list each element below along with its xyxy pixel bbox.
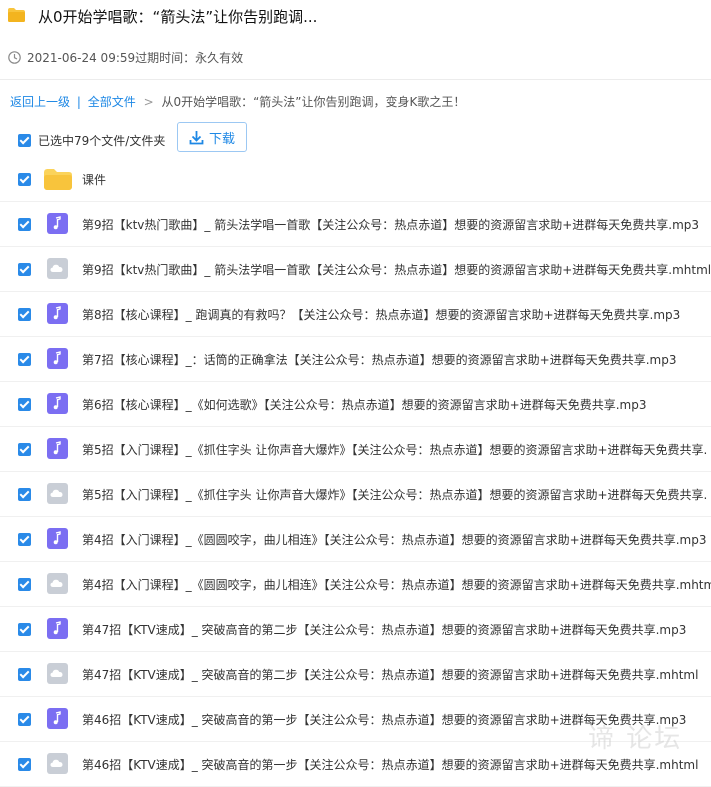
- cloud-file-icon: [47, 483, 68, 504]
- file-name[interactable]: 第47招【KTV速成】_ 突破高音的第二步【关注公众号：热点赤道】想要的资源留言…: [82, 621, 686, 638]
- cloud-file-icon: [47, 663, 68, 684]
- file-name[interactable]: 第6招【核心课程】_《如何选歌》【关注公众号：热点赤道】想要的资源留言求助+进群…: [82, 396, 646, 413]
- file-checkbox[interactable]: [18, 488, 31, 501]
- folder-icon: [8, 8, 25, 22]
- music-file-icon: [47, 393, 68, 414]
- share-meta: 2021-06-24 09:59过期时间：永久有效: [8, 48, 243, 66]
- clock-icon: [8, 50, 21, 64]
- file-row[interactable]: 第6招【核心课程】_《如何选歌》【关注公众号：热点赤道】想要的资源留言求助+进群…: [0, 382, 711, 427]
- file-name[interactable]: 第9招【ktv热门歌曲】_ 箭头法学唱一首歌【关注公众号：热点赤道】想要的资源留…: [82, 261, 711, 278]
- file-row[interactable]: 课件: [0, 157, 711, 202]
- folder-icon: [44, 169, 72, 190]
- file-name[interactable]: 课件: [82, 171, 106, 188]
- music-file-icon: [47, 708, 68, 729]
- file-checkbox[interactable]: [18, 578, 31, 591]
- file-checkbox[interactable]: [18, 668, 31, 681]
- file-name[interactable]: 第4招【入门课程】_《圆圆咬字，曲儿相连》【关注公众号：热点赤道】想要的资源留言…: [82, 531, 706, 548]
- file-name[interactable]: 第46招【KTV速成】_ 突破高音的第一步【关注公众号：热点赤道】想要的资源留言…: [82, 756, 698, 773]
- file-checkbox[interactable]: [18, 623, 31, 636]
- file-row[interactable]: 第5招【入门课程】_《抓住字头 让你声音大爆炸》【关注公众号：热点赤道】想要的资…: [0, 472, 711, 517]
- download-button[interactable]: 下载: [177, 122, 247, 152]
- file-row[interactable]: 第5招【入门课程】_《抓住字头 让你声音大爆炸》【关注公众号：热点赤道】想要的资…: [0, 427, 711, 472]
- file-name[interactable]: 第8招【核心课程】_ 跑调真的有救吗？【关注公众号：热点赤道】想要的资源留言求助…: [82, 306, 680, 323]
- music-file-icon: [47, 303, 68, 324]
- file-row[interactable]: 第9招【ktv热门歌曲】_ 箭头法学唱一首歌【关注公众号：热点赤道】想要的资源留…: [0, 247, 711, 292]
- file-row[interactable]: 第7招【核心课程】_：话筒的正确拿法【关注公众号：热点赤道】想要的资源留言求助+…: [0, 337, 711, 382]
- file-checkbox[interactable]: [18, 308, 31, 321]
- file-checkbox[interactable]: [18, 533, 31, 546]
- file-checkbox[interactable]: [18, 353, 31, 366]
- music-file-icon: [47, 438, 68, 459]
- title-bar: 从0开始学唱歌：“箭头法”让你告别跑调...: [0, 0, 711, 34]
- watermark: 谛 论坛: [588, 724, 683, 754]
- cloud-file-icon: [47, 573, 68, 594]
- file-checkbox[interactable]: [18, 173, 31, 186]
- file-row[interactable]: 第47招【KTV速成】_ 突破高音的第二步【关注公众号：热点赤道】想要的资源留言…: [0, 607, 711, 652]
- file-name[interactable]: 第4招【入门课程】_《圆圆咬字，曲儿相连》【关注公众号：热点赤道】想要的资源留言…: [82, 576, 711, 593]
- page-title: 从0开始学唱歌：“箭头法”让你告别跑调...: [38, 8, 318, 26]
- download-label: 下载: [208, 131, 235, 147]
- file-row[interactable]: 第4招【入门课程】_《圆圆咬字，曲儿相连》【关注公众号：热点赤道】想要的资源留言…: [0, 517, 711, 562]
- music-file-icon: [47, 348, 68, 369]
- file-checkbox[interactable]: [18, 443, 31, 456]
- file-checkbox[interactable]: [18, 758, 31, 771]
- file-name[interactable]: 第5招【入门课程】_《抓住字头 让你声音大爆炸》【关注公众号：热点赤道】想要的资…: [82, 441, 707, 458]
- selection-count: 已选中79个文件/文件夹: [38, 134, 166, 148]
- share-meta-text: 2021-06-24 09:59过期时间：永久有效: [27, 50, 244, 65]
- cloud-file-icon: [47, 258, 68, 279]
- breadcrumb-current: 从0开始学唱歌：“箭头法”让你告别跑调，变身K歌之王！: [161, 95, 466, 109]
- file-checkbox[interactable]: [18, 218, 31, 231]
- music-file-icon: [47, 618, 68, 639]
- file-name[interactable]: 第7招【核心课程】_：话筒的正确拿法【关注公众号：热点赤道】想要的资源留言求助+…: [82, 351, 676, 368]
- file-row[interactable]: 第9招【ktv热门歌曲】_ 箭头法学唱一首歌【关注公众号：热点赤道】想要的资源留…: [0, 202, 711, 247]
- file-name[interactable]: 第47招【KTV速成】_ 突破高音的第二步【关注公众号：热点赤道】想要的资源留言…: [82, 666, 698, 683]
- music-file-icon: [47, 528, 68, 549]
- breadcrumb-separator: |: [76, 95, 81, 109]
- divider: [0, 79, 711, 80]
- file-checkbox[interactable]: [18, 398, 31, 411]
- file-list: 课件 第9招【ktv热门歌曲】_ 箭头法学唱一首歌【关注公众号：热点赤道】想要的…: [0, 157, 711, 787]
- file-row[interactable]: 第8招【核心课程】_ 跑调真的有救吗？【关注公众号：热点赤道】想要的资源留言求助…: [0, 292, 711, 337]
- file-checkbox[interactable]: [18, 713, 31, 726]
- music-file-icon: [47, 213, 68, 234]
- breadcrumb-separator: >: [143, 95, 154, 109]
- download-icon: [189, 130, 204, 144]
- file-row[interactable]: 第4招【入门课程】_《圆圆咬字，曲儿相连》【关注公众号：热点赤道】想要的资源留言…: [0, 562, 711, 607]
- file-row[interactable]: 第47招【KTV速成】_ 突破高音的第二步【关注公众号：热点赤道】想要的资源留言…: [0, 652, 711, 697]
- file-name[interactable]: 第9招【ktv热门歌曲】_ 箭头法学唱一首歌【关注公众号：热点赤道】想要的资源留…: [82, 216, 699, 233]
- select-all-checkbox[interactable]: [18, 134, 31, 147]
- selection-bar: 已选中79个文件/文件夹 下载: [18, 122, 711, 154]
- breadcrumb: 返回上一级 | 全部文件 > 从0开始学唱歌：“箭头法”让你告别跑调，变身K歌之…: [10, 93, 465, 110]
- file-name[interactable]: 第5招【入门课程】_《抓住字头 让你声音大爆炸》【关注公众号：热点赤道】想要的资…: [82, 486, 707, 503]
- breadcrumb-all-files-link[interactable]: 全部文件: [88, 95, 136, 109]
- file-checkbox[interactable]: [18, 263, 31, 276]
- breadcrumb-back-link[interactable]: 返回上一级: [10, 95, 70, 109]
- cloud-file-icon: [47, 753, 68, 774]
